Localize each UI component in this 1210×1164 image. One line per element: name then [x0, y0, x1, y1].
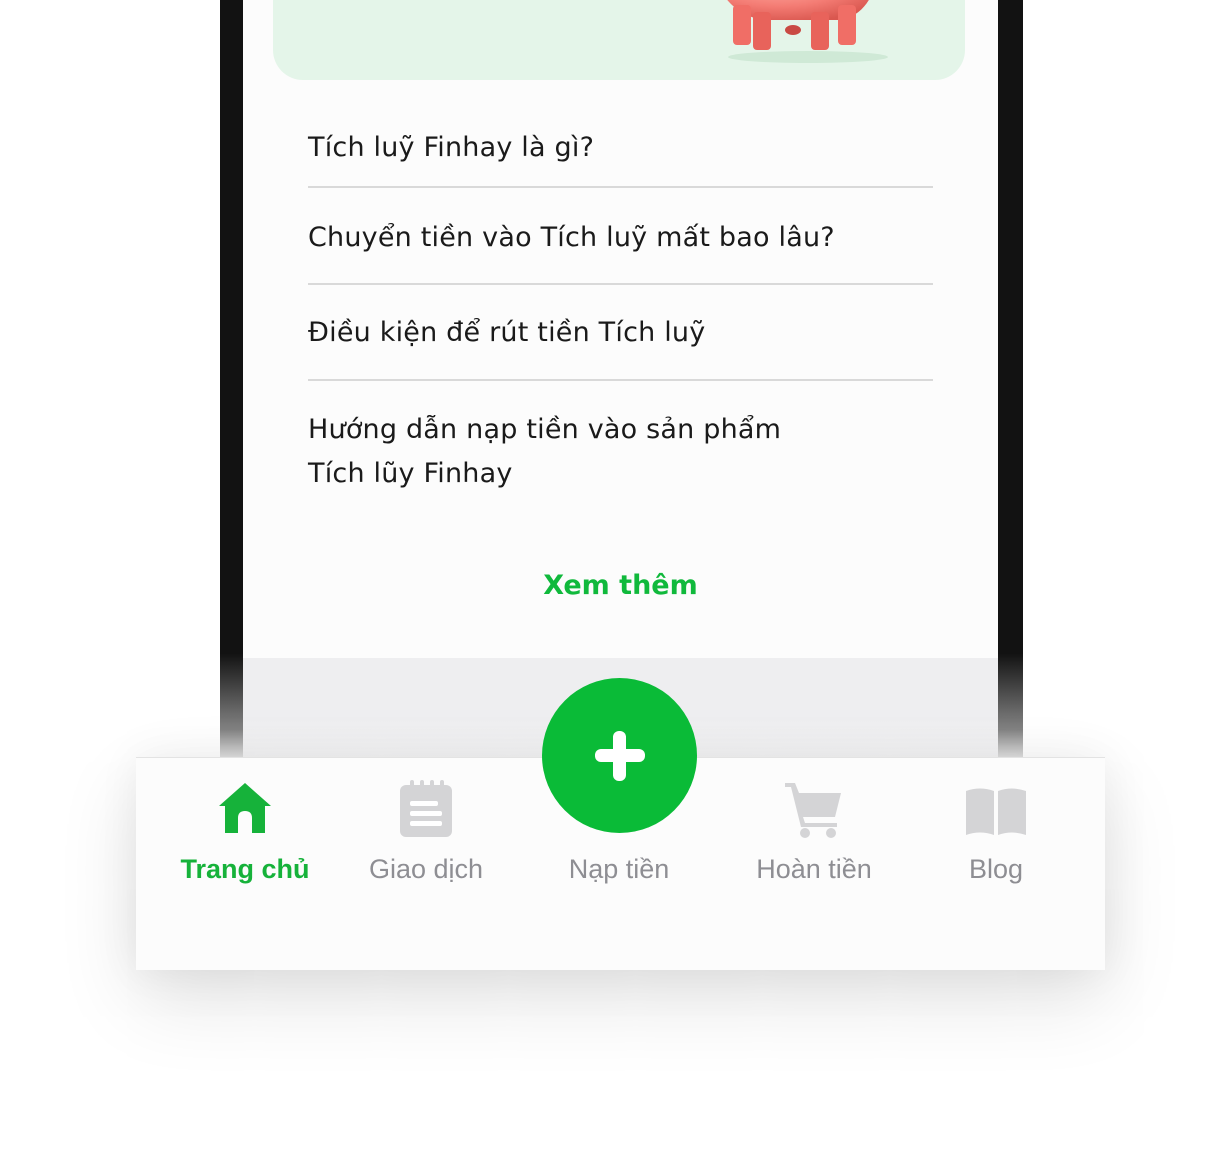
- tab-blog-label: Blog: [968, 854, 1024, 884]
- plus-icon: [595, 731, 645, 781]
- faq-item-deposit-guide[interactable]: Hướng dẫn nạp tiền vào sản phẩm Tích lũy…: [308, 408, 933, 496]
- promo-card[interactable]: [273, 0, 965, 80]
- tab-deposit-label: Nạp tiền: [568, 854, 670, 884]
- faq-item-text-line-1: Hướng dẫn nạp tiền vào sản phẩm: [308, 414, 782, 445]
- tab-transactions[interactable]: Giao dịch: [341, 757, 511, 897]
- cart-icon: [785, 783, 841, 838]
- faq-item-transfer-time[interactable]: Chuyển tiền vào Tích luỹ mất bao lâu?: [308, 216, 933, 260]
- faq-divider: [308, 186, 933, 188]
- book-icon: [966, 788, 1026, 835]
- faq-divider: [308, 379, 933, 381]
- home-icon: [219, 783, 271, 833]
- see-more-link[interactable]: Xem thêm: [243, 564, 998, 608]
- faq-item-text: Tích luỹ Finhay là gì?: [308, 132, 595, 163]
- faq-item-text: Chuyển tiền vào Tích luỹ mất bao lâu?: [308, 222, 835, 253]
- tab-cashback[interactable]: Hoàn tiền: [729, 757, 899, 897]
- faq-item-what-is[interactable]: Tích luỹ Finhay là gì?: [308, 126, 933, 170]
- tab-cashback-label: Hoàn tiền: [756, 854, 872, 884]
- app-stage: Tích luỹ Finhay là gì? Chuyển tiền vào T…: [0, 0, 1210, 1164]
- phone-screen: Tích luỹ Finhay là gì? Chuyển tiền vào T…: [243, 0, 998, 760]
- deposit-fab-button[interactable]: [542, 678, 697, 833]
- piggy-bank-illustration: [727, 0, 888, 63]
- tab-home[interactable]: Trang chủ: [160, 757, 330, 897]
- clipboard-icon: [400, 780, 452, 837]
- faq-item-text-line-2: Tích lũy Finhay: [308, 458, 513, 489]
- bottom-tab-bar: Trang chủ Giao dịch Nạp tiền Hoàn tiền B…: [136, 678, 1105, 970]
- tab-home-label: Trang chủ: [180, 854, 310, 884]
- faq-item-withdraw-conditions[interactable]: Điều kiện để rút tiền Tích luỹ: [308, 311, 933, 355]
- tab-transactions-label: Giao dịch: [368, 854, 484, 884]
- tab-blog[interactable]: Blog: [911, 757, 1081, 897]
- faq-divider: [308, 283, 933, 285]
- faq-item-text: Điều kiện để rút tiền Tích luỹ: [308, 317, 706, 348]
